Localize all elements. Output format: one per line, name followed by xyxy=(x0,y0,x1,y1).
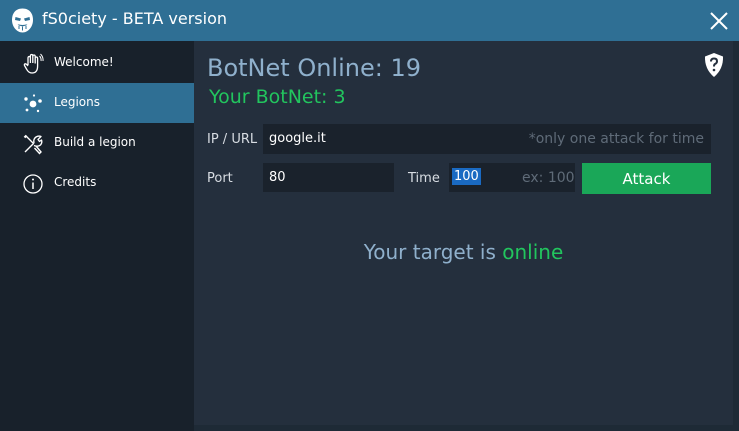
sidebar: Welcome! Legions Build a legion Credits xyxy=(0,41,194,431)
mask-icon xyxy=(12,8,33,33)
sidebar-item-label: Build a legion xyxy=(54,135,136,149)
sidebar-item-welcome[interactable]: Welcome! xyxy=(0,43,194,83)
target-status: Your target is online xyxy=(194,240,733,264)
attack-button[interactable]: Attack xyxy=(582,163,711,194)
sidebar-item-credits[interactable]: Credits xyxy=(0,163,194,203)
url-label: IP / URL xyxy=(207,132,258,147)
sidebar-item-legions[interactable]: Legions xyxy=(0,83,194,123)
sidebar-item-label: Welcome! xyxy=(54,55,114,69)
legions-panel: BotNet Online: 19 Your BotNet: 3 IP / UR… xyxy=(194,41,733,425)
title-bar: fS0ciety - BETA version xyxy=(0,0,739,41)
hand-wave-icon xyxy=(23,53,44,74)
your-botnet-count: Your BotNet: 3 xyxy=(209,86,346,108)
dots-icon xyxy=(24,94,42,113)
target-status-value: online xyxy=(502,240,564,264)
botnet-online-count: BotNet Online: 19 xyxy=(207,54,421,82)
url-hint: *only one attack for time xyxy=(528,131,704,147)
shield-question-icon[interactable] xyxy=(703,52,725,78)
time-label: Time xyxy=(408,171,440,186)
time-hint: ex: 100 xyxy=(522,170,575,186)
port-label: Port xyxy=(207,171,233,186)
port-value: 80 xyxy=(269,170,286,185)
url-value: google.it xyxy=(269,131,326,146)
sidebar-item-label: Legions xyxy=(54,95,101,109)
time-value: 100 xyxy=(452,168,481,185)
tools-icon xyxy=(23,134,43,155)
info-icon xyxy=(23,174,43,194)
sidebar-item-build-legion[interactable]: Build a legion xyxy=(0,123,194,163)
close-icon[interactable] xyxy=(706,8,732,34)
target-status-prefix: Your target is xyxy=(363,240,496,264)
window-title: fS0ciety - BETA version xyxy=(42,9,227,28)
sidebar-item-label: Credits xyxy=(54,175,97,189)
